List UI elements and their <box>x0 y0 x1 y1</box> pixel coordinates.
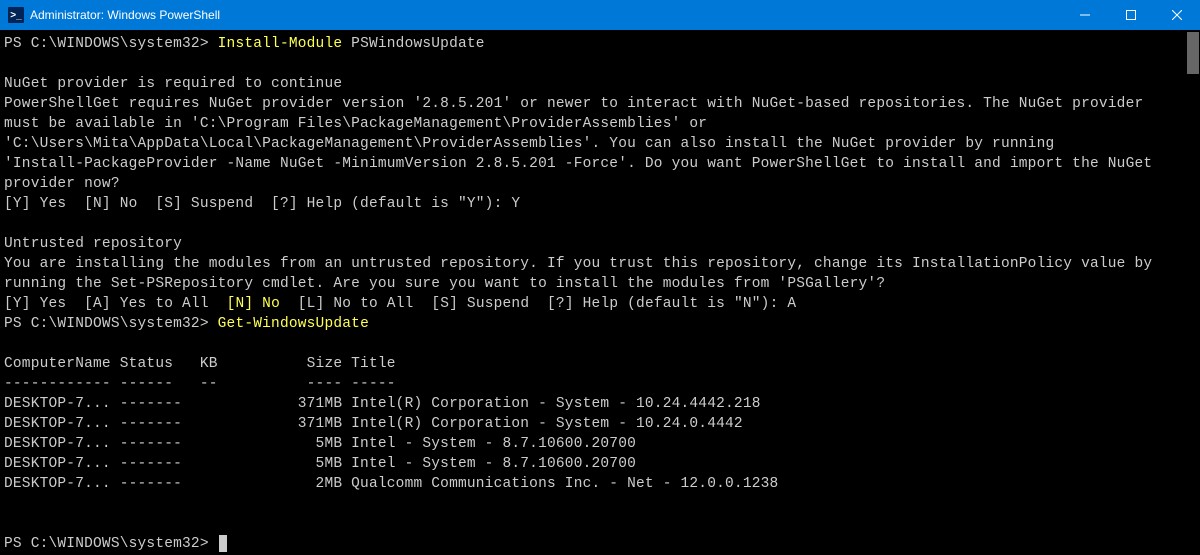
table-row: DESKTOP-7... ------- 5MB Intel - System … <box>4 454 1196 474</box>
nuget-body: 'C:\Users\Mita\AppData\Local\PackageMana… <box>4 134 1196 154</box>
blank-line <box>4 334 1196 354</box>
prompt-line-2: PS C:\WINDOWS\system32> Get-WindowsUpdat… <box>4 314 1196 334</box>
cursor <box>219 535 227 552</box>
titlebar[interactable]: >_ Administrator: Windows PowerShell <box>0 0 1200 30</box>
untrusted-body: You are installing the modules from an u… <box>4 254 1196 274</box>
nuget-options: [Y] Yes [N] No [S] Suspend [?] Help (def… <box>4 194 1196 214</box>
table-row: DESKTOP-7... ------- 371MB Intel(R) Corp… <box>4 414 1196 434</box>
nuget-body: must be available in 'C:\Program Files\P… <box>4 114 1196 134</box>
table-row: DESKTOP-7... ------- 371MB Intel(R) Corp… <box>4 394 1196 414</box>
nuget-body: PowerShellGet requires NuGet provider ve… <box>4 94 1196 114</box>
minimize-button[interactable] <box>1062 0 1108 30</box>
scrollbar-thumb[interactable] <box>1187 32 1199 74</box>
powershell-window: >_ Administrator: Windows PowerShell PS … <box>0 0 1200 555</box>
blank-line <box>4 494 1196 514</box>
close-button[interactable] <box>1154 0 1200 30</box>
close-icon <box>1172 10 1182 20</box>
window-title: Administrator: Windows PowerShell <box>30 8 220 22</box>
maximize-icon <box>1126 10 1136 20</box>
table-divider: ------------ ------ -- ---- ----- <box>4 374 1196 394</box>
blank-line <box>4 214 1196 234</box>
scrollbar[interactable] <box>1186 30 1200 555</box>
powershell-icon: >_ <box>8 7 24 23</box>
nuget-heading: NuGet provider is required to continue <box>4 74 1196 94</box>
minimize-icon <box>1080 10 1090 20</box>
untrusted-heading: Untrusted repository <box>4 234 1196 254</box>
prompt-line-3: PS C:\WINDOWS\system32> <box>4 534 1196 554</box>
nuget-body: 'Install-PackageProvider -Name NuGet -Mi… <box>4 154 1196 174</box>
table-row: DESKTOP-7... ------- 5MB Intel - System … <box>4 434 1196 454</box>
untrusted-body: running the Set-PSRepository cmdlet. Are… <box>4 274 1196 294</box>
maximize-button[interactable] <box>1108 0 1154 30</box>
table-row: DESKTOP-7... ------- 2MB Qualcomm Commun… <box>4 474 1196 494</box>
terminal-area[interactable]: PS C:\WINDOWS\system32> Install-Module P… <box>0 30 1200 555</box>
blank-line <box>4 54 1196 74</box>
blank-line <box>4 514 1196 534</box>
prompt-line-1: PS C:\WINDOWS\system32> Install-Module P… <box>4 34 1196 54</box>
nuget-body: provider now? <box>4 174 1196 194</box>
table-header: ComputerName Status KB Size Title <box>4 354 1196 374</box>
untrusted-options: [Y] Yes [A] Yes to All [N] No [L] No to … <box>4 294 1196 314</box>
